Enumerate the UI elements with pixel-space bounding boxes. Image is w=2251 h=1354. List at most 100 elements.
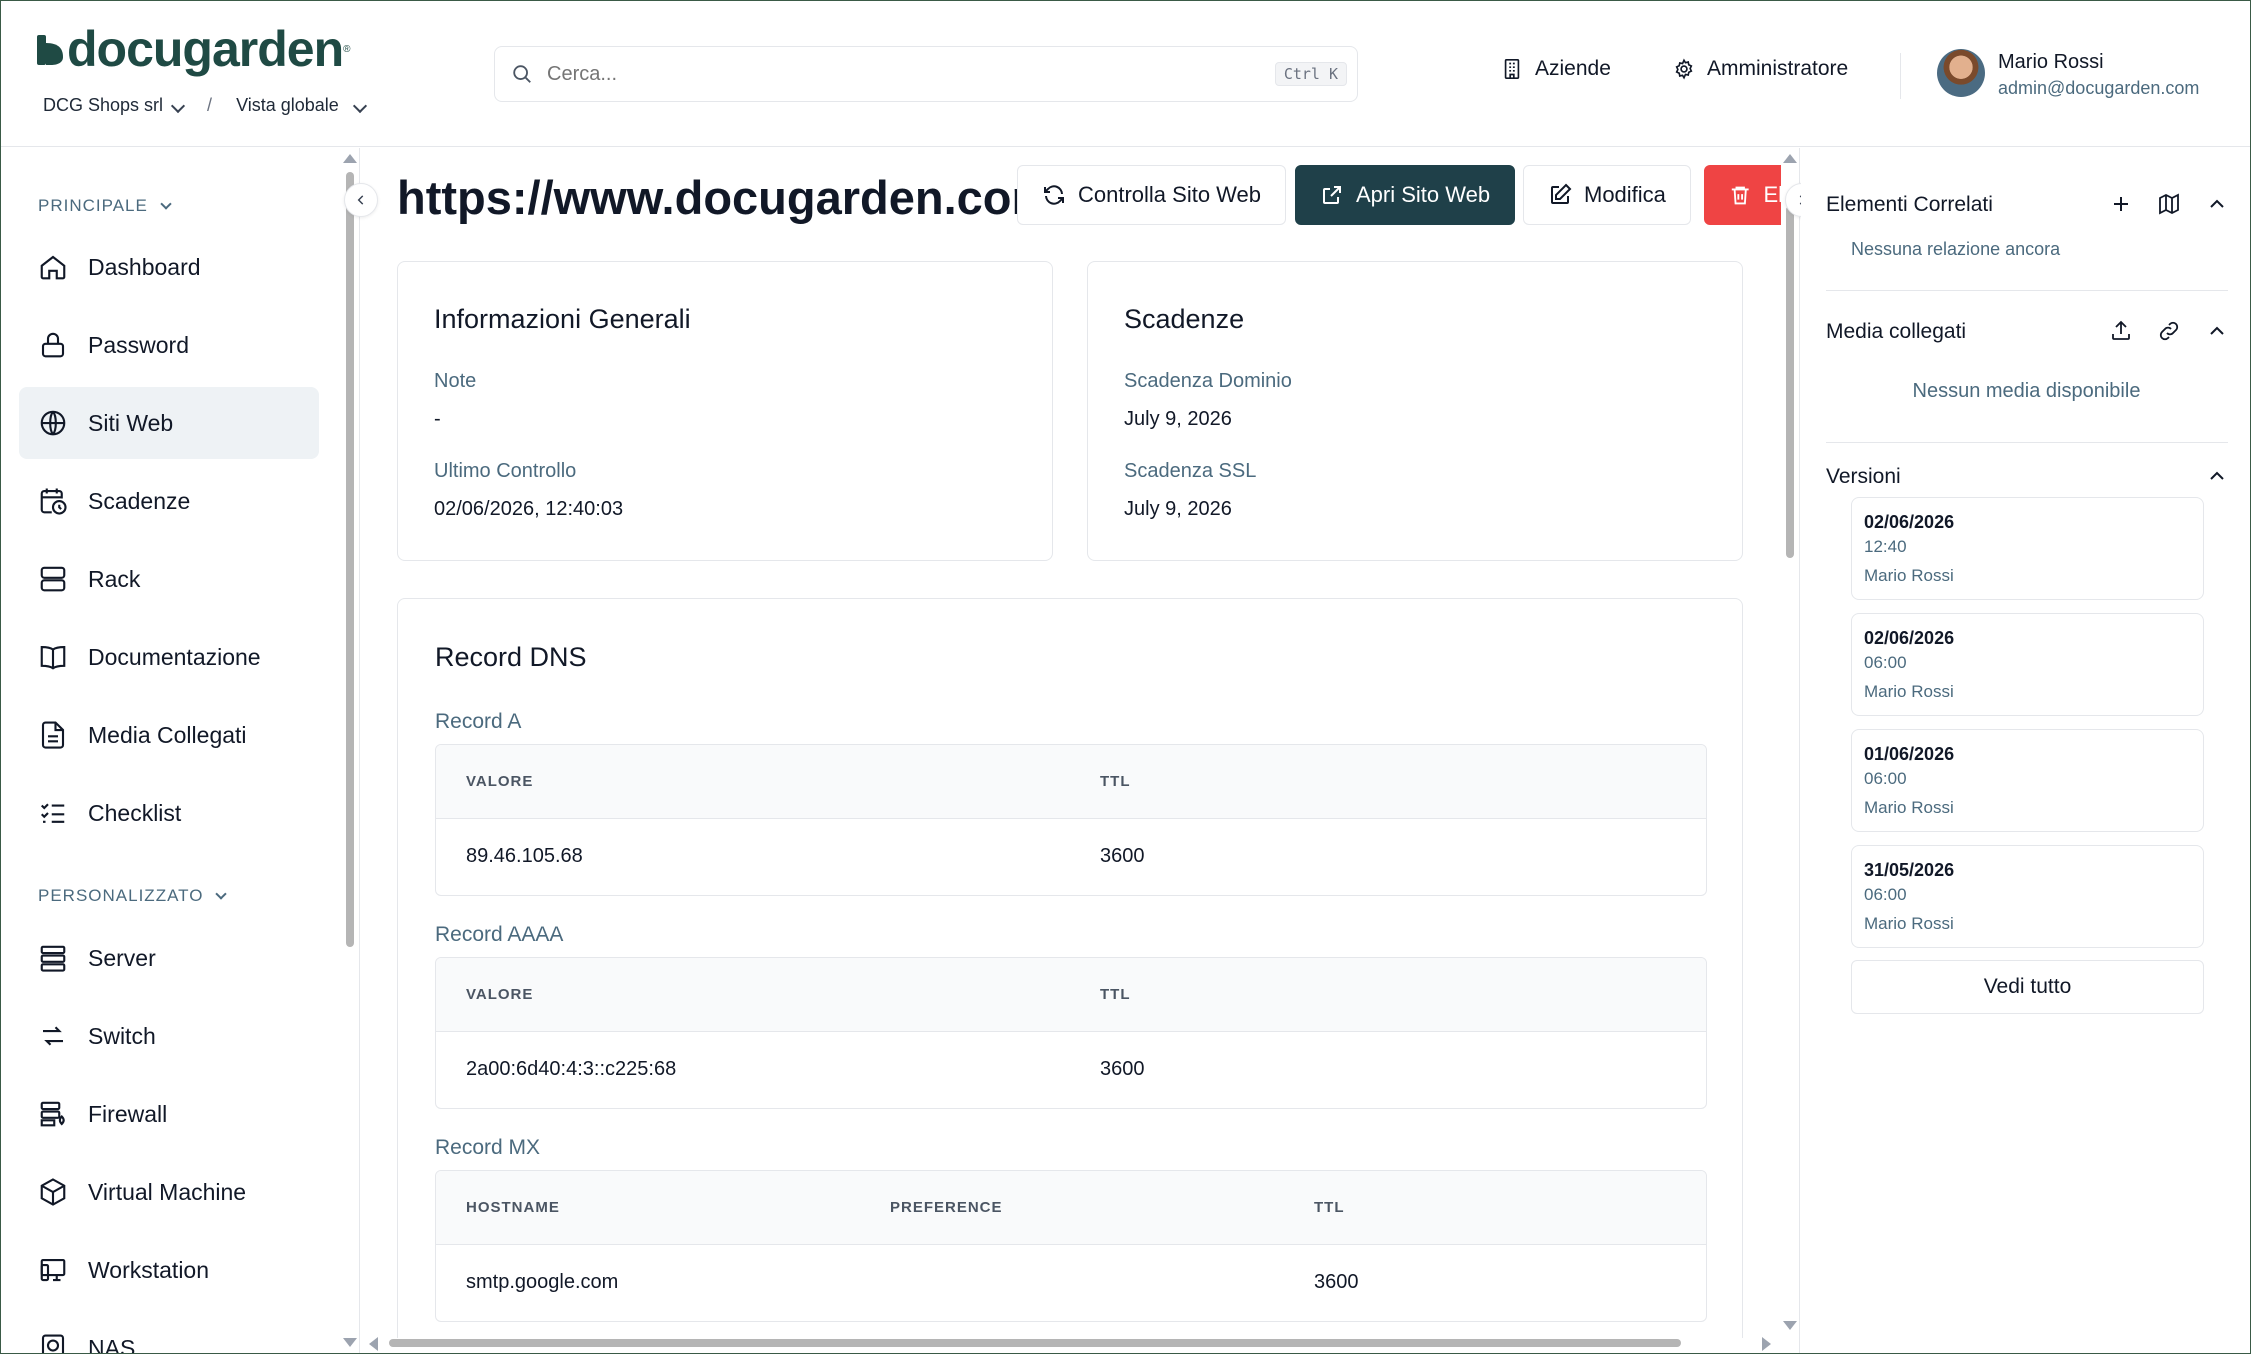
main-scrollbar[interactable] xyxy=(1783,148,1797,1338)
scroll-up-arrow[interactable] xyxy=(1783,154,1797,163)
home-icon xyxy=(40,255,66,280)
column-header: TTL xyxy=(1100,986,1131,1003)
version-card[interactable]: 31/05/2026 06:00 Mario Rossi xyxy=(1851,845,2204,948)
versions-title: Versioni xyxy=(1826,465,1901,488)
see-all-versions-button[interactable]: Vedi tutto xyxy=(1851,960,2204,1014)
admin-link[interactable]: Amministratore xyxy=(1673,57,1848,81)
scroll-left-arrow[interactable] xyxy=(369,1337,378,1351)
section-principale[interactable]: PRINCIPALE xyxy=(38,196,172,216)
last-check-label: Ultimo Controllo xyxy=(434,460,577,482)
right-panel-divider xyxy=(1799,148,1800,1353)
map-icon[interactable] xyxy=(2157,192,2181,216)
last-check-value: 02/06/2026, 12:40:03 xyxy=(434,498,624,520)
docugarden-logo[interactable]: docugarden ® xyxy=(37,21,351,77)
sidebar-item-scadenze[interactable]: Scadenze xyxy=(19,465,319,537)
right-panel: Elementi Correlati Nessuna relazione anc… xyxy=(1801,148,2250,1353)
sidebar-item-label: Media Collegati xyxy=(88,721,247,748)
sidebar-item-siti-web[interactable]: Siti Web xyxy=(19,387,319,459)
company-selector[interactable]: DCG Shops srl xyxy=(43,95,186,116)
sidebar-item-label: NAS xyxy=(88,1334,136,1354)
version-time: 06:00 xyxy=(1864,769,1907,788)
section-label: PERSONALIZZATO xyxy=(38,886,204,905)
scroll-down-arrow[interactable] xyxy=(343,1338,357,1347)
sidebar-item-label: Documentazione xyxy=(88,643,261,670)
record-a-table: VALORE TTL 89.46.105.68 3600 xyxy=(435,744,1707,896)
sidebar-item-label: Scadenze xyxy=(88,487,191,514)
edit-button[interactable]: Modifica xyxy=(1523,165,1691,225)
table-row: 89.46.105.68 3600 xyxy=(436,819,1706,895)
version-card[interactable]: 01/06/2026 06:00 Mario Rossi xyxy=(1851,729,2204,832)
app-window: docugarden ® DCG Shops srl / Vista global… xyxy=(0,0,2251,1354)
record-value: 89.46.105.68 xyxy=(466,845,583,867)
user-name[interactable]: Mario Rossi xyxy=(1998,51,2104,74)
scroll-down-arrow[interactable] xyxy=(1783,1321,1797,1330)
version-date: 02/06/2026 xyxy=(1864,628,1955,648)
sidebar-item-documentazione[interactable]: Documentazione xyxy=(19,621,319,693)
search-bar[interactable]: Ctrl K xyxy=(494,46,1358,102)
horizontal-scrollbar[interactable] xyxy=(367,1335,1773,1351)
column-header: VALORE xyxy=(466,773,534,790)
version-user: Mario Rossi xyxy=(1864,914,1954,933)
chevron-up-icon[interactable] xyxy=(2205,192,2229,216)
sidebar-item-label: Workstation xyxy=(88,1256,210,1283)
registered-mark: ® xyxy=(343,43,351,55)
plus-icon[interactable] xyxy=(2109,192,2133,216)
sidebar-item-label: Firewall xyxy=(88,1100,168,1127)
scroll-up-arrow[interactable] xyxy=(343,154,357,163)
avatar[interactable] xyxy=(1937,49,1985,97)
record-aaaa-label: Record AAAA xyxy=(435,923,564,946)
sidebar-item-virtual-machine[interactable]: Virtual Machine xyxy=(19,1156,319,1228)
column-header: TTL xyxy=(1100,773,1131,790)
main-scroll-thumb[interactable] xyxy=(1786,206,1794,558)
workstation-icon xyxy=(40,1258,66,1282)
upload-icon[interactable] xyxy=(2109,319,2133,343)
sidebar-item-workstation[interactable]: Workstation xyxy=(19,1234,319,1306)
button-label: Modifica xyxy=(1584,182,1666,207)
sidebar-item-checklist[interactable]: Checklist xyxy=(19,777,319,849)
version-card[interactable]: 02/06/2026 06:00 Mario Rossi xyxy=(1851,613,2204,716)
companies-link[interactable]: Aziende xyxy=(1501,57,1611,81)
chevron-down-icon xyxy=(160,198,172,210)
version-card[interactable]: 02/06/2026 12:40 Mario Rossi xyxy=(1851,497,2204,600)
open-website-button[interactable]: Apri Sito Web xyxy=(1295,165,1516,225)
sidebar-item-rack[interactable]: Rack xyxy=(19,543,319,615)
sidebar-item-firewall[interactable]: Firewall xyxy=(19,1078,319,1150)
deadlines-card: Scadenze Scadenza Dominio July 9, 2026 S… xyxy=(1087,261,1743,561)
globe-icon xyxy=(40,410,66,436)
section-personalizzato[interactable]: PERSONALIZZATO xyxy=(38,886,228,906)
record-ttl: 3600 xyxy=(1100,845,1145,867)
sidebar-item-switch[interactable]: Switch xyxy=(19,1000,319,1072)
view-name: Vista globale xyxy=(236,95,339,115)
cube-icon xyxy=(40,1178,66,1206)
search-input[interactable] xyxy=(547,62,1247,86)
sidebar-scroll-thumb[interactable] xyxy=(346,172,354,947)
chevron-up-icon[interactable] xyxy=(2205,319,2229,343)
chevron-down-icon xyxy=(215,888,228,900)
mx-ttl: 3600 xyxy=(1314,1271,1359,1293)
server-icon xyxy=(40,945,66,972)
scroll-right-arrow[interactable] xyxy=(1762,1337,1771,1351)
sidebar-item-media-collegati[interactable]: Media Collegati xyxy=(19,699,319,771)
media-empty-text: Nessun media disponibile xyxy=(1912,380,2141,402)
view-selector[interactable]: Vista globale xyxy=(236,95,367,116)
table-row: smtp.google.com 3600 xyxy=(436,1245,1706,1321)
sidebar-scrollbar[interactable] xyxy=(343,148,357,1353)
version-date: 02/06/2026 xyxy=(1864,512,1955,532)
nas-icon xyxy=(41,1334,65,1353)
sidebar: PRINCIPALE Dashboard Password Siti Web S… xyxy=(1,148,341,1354)
sidebar-item-nas[interactable]: NAS xyxy=(19,1312,319,1354)
breadcrumb-separator: / xyxy=(207,95,213,115)
sidebar-item-password[interactable]: Password xyxy=(19,309,319,381)
horizontal-scroll-thumb[interactable] xyxy=(389,1339,1681,1347)
delete-button[interactable]: El xyxy=(1704,165,1781,225)
breadcrumb: DCG Shops srl / Vista globale xyxy=(43,95,367,116)
logo-text: docugarden xyxy=(67,21,344,77)
sidebar-item-dashboard[interactable]: Dashboard xyxy=(19,231,319,303)
link-icon[interactable] xyxy=(2157,319,2181,343)
chevron-up-icon[interactable] xyxy=(2205,464,2229,488)
sidebar-divider xyxy=(359,148,360,1353)
note-label: Note xyxy=(434,370,477,392)
check-website-button[interactable]: Controlla Sito Web xyxy=(1017,165,1287,225)
version-date: 31/05/2026 xyxy=(1864,860,1955,880)
sidebar-item-server[interactable]: Server xyxy=(19,922,319,994)
